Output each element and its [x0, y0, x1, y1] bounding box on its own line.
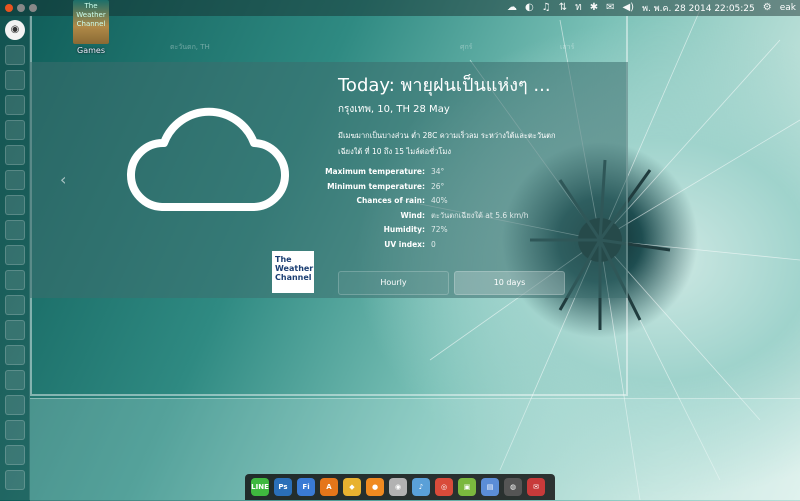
stat-row: Chances of rain: 40%: [290, 194, 550, 209]
weather-headline: Today: พายุฝนเป็นแห่งๆ ...: [338, 75, 551, 96]
stat-row: UV index: 0: [290, 238, 550, 253]
launcher-app-icon[interactable]: [5, 95, 25, 115]
stat-row: Wind: ตะวันตกเฉียงใต้ at 5.6 km/h: [290, 209, 550, 224]
stat-value: 40%: [431, 196, 448, 206]
dock-app-icon[interactable]: A: [320, 478, 338, 496]
launcher-app-icon[interactable]: [5, 320, 25, 340]
stat-label: Chances of rain:: [356, 196, 425, 206]
launcher-app-icon[interactable]: [5, 295, 25, 315]
dock-app-icon[interactable]: ◍: [504, 478, 522, 496]
cloud-icon: [127, 107, 289, 212]
stat-value: 0: [431, 239, 436, 249]
launcher-app-icon[interactable]: [5, 270, 25, 290]
launcher-app-icon[interactable]: [5, 195, 25, 215]
trash-icon[interactable]: [5, 470, 25, 490]
dock-app-icon[interactable]: ▤: [481, 478, 499, 496]
stat-value: 34°: [431, 167, 445, 176]
maximize-icon[interactable]: [29, 4, 37, 12]
stat-row: Minimum temperature: 26°: [290, 180, 550, 195]
launcher-app-icon[interactable]: [5, 370, 25, 390]
close-icon[interactable]: [5, 4, 13, 12]
launcher-app-icon[interactable]: [5, 420, 25, 440]
launcher-app-icon[interactable]: [5, 45, 25, 65]
weather-channel-logo: The Weather Channel: [272, 251, 314, 293]
launcher-app-icon[interactable]: [5, 220, 25, 240]
dock: LINE Ps Fi A ◆ ● ◉ ♪ ◎ ▣ ▤ ◍ ✉: [245, 474, 555, 500]
launcher-app-icon[interactable]: [5, 170, 25, 190]
clock[interactable]: พ. พ.ค. 28 2014 22:05:25: [642, 1, 755, 15]
tab-hourly[interactable]: Hourly: [338, 271, 449, 295]
stat-row: Humidity: 72%: [290, 223, 550, 238]
stat-value: 26°: [431, 181, 445, 191]
dock-app-icon[interactable]: ▣: [458, 478, 476, 496]
launcher-app-icon[interactable]: [5, 145, 25, 165]
launcher-app-icon[interactable]: [5, 245, 25, 265]
dock-app-icon[interactable]: ◎: [435, 478, 453, 496]
stat-value: ตะวันตกเฉียงใต้ at 5.6 km/h: [431, 210, 529, 220]
user-name[interactable]: eak: [780, 3, 796, 13]
launcher-app-icon[interactable]: [5, 345, 25, 365]
dock-app-icon[interactable]: Ps: [274, 478, 292, 496]
dock-app-icon[interactable]: ♪: [412, 478, 430, 496]
dock-app-icon[interactable]: ◉: [389, 478, 407, 496]
stat-label: Minimum temperature:: [327, 181, 425, 191]
weather-stats: Maximum temperature: 34° Minimum tempera…: [290, 165, 550, 253]
dock-app-icon[interactable]: ◆: [343, 478, 361, 496]
dock-app-icon[interactable]: Fi: [297, 478, 315, 496]
stat-value: 72%: [431, 225, 448, 235]
stat-label: Wind:: [400, 210, 425, 220]
gear-icon[interactable]: ⚙: [763, 0, 772, 16]
volume-icon[interactable]: ◀): [622, 0, 634, 16]
tab-10-days[interactable]: 10 days: [454, 271, 565, 295]
dash-home-icon[interactable]: ◉: [5, 20, 25, 40]
launcher-app-icon[interactable]: [5, 70, 25, 90]
window-controls: [0, 4, 37, 12]
stat-label: Maximum temperature:: [325, 167, 425, 176]
weather-description: มีเมฆมากเป็นบางส่วน ต่ำ 28C ความเร็วลม ร…: [338, 131, 556, 156]
launcher-app-icon[interactable]: [5, 120, 25, 140]
launcher-app-icon[interactable]: [5, 445, 25, 465]
chevron-left-icon[interactable]: ‹: [60, 170, 66, 189]
stat-row: Maximum temperature: 34°: [290, 165, 550, 180]
dock-app-icon[interactable]: ✉: [527, 478, 545, 496]
launcher-app-icon[interactable]: [5, 395, 25, 415]
stat-label: Humidity:: [383, 225, 425, 235]
dock-app-icon[interactable]: ●: [366, 478, 384, 496]
launcher: ◉: [0, 16, 30, 500]
minimize-icon[interactable]: [17, 4, 25, 12]
dock-app-icon[interactable]: LINE: [251, 478, 269, 496]
weather-location: กรุงเทพ, 10, TH 28 May: [338, 104, 450, 115]
